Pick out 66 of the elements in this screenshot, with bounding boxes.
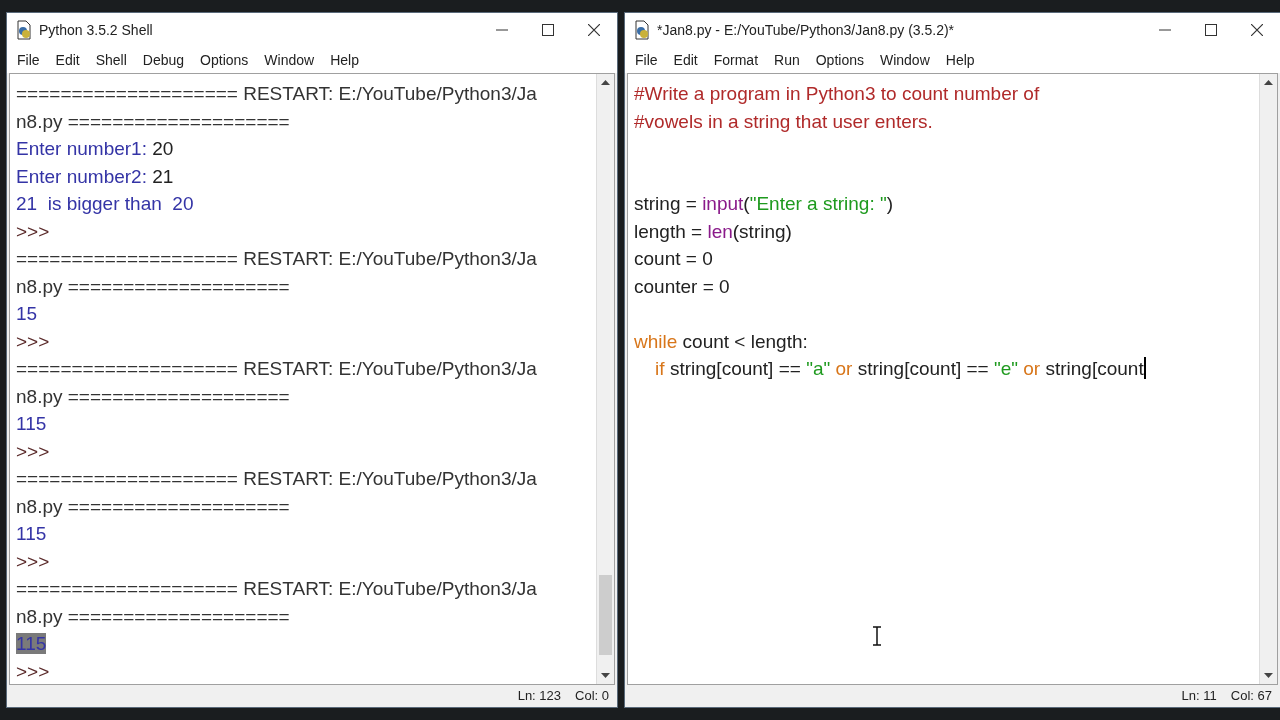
shell-text: 15	[16, 303, 38, 324]
menu-item[interactable]: File	[9, 49, 48, 71]
maximize-icon	[1205, 24, 1217, 36]
menu-item[interactable]: Shell	[87, 49, 135, 71]
menu-item[interactable]: Run	[766, 49, 808, 71]
scrollbar[interactable]	[596, 74, 614, 684]
menu-item[interactable]: Window	[256, 49, 323, 71]
text-cursor-icon	[872, 626, 882, 646]
shell-text: 115	[16, 413, 47, 434]
scroll-up-icon[interactable]	[601, 80, 610, 85]
shell-text: 115	[16, 523, 47, 544]
menu-item[interactable]: Help	[322, 49, 367, 71]
shell-text: >>>	[16, 220, 50, 242]
menu-item[interactable]: Options	[192, 49, 257, 71]
scroll-up-icon[interactable]	[1264, 80, 1273, 85]
code-line: if string[count] == "a" or string[count] == "e" or string[count	[654, 358, 1146, 379]
shell-text: n8.py ====================	[16, 495, 290, 517]
code-line: counter = 0	[634, 275, 730, 297]
code-line: while count < length:	[634, 330, 808, 352]
menu-item[interactable]: File	[627, 49, 666, 71]
close-icon	[1251, 24, 1263, 36]
shell-text: n8.py ====================	[16, 385, 290, 407]
shell-text: ==================== RESTART: E:/YouTube/Python3/Ja	[16, 83, 537, 104]
shell-text: >>>	[16, 660, 50, 682]
maximize-icon	[542, 24, 554, 36]
menu-item[interactable]: Debug	[134, 49, 193, 71]
shell-text: ==================== RESTART: E:/YouTube/Python3/Ja	[16, 248, 537, 269]
column-number-status: Col: 0	[575, 687, 609, 706]
shell-text: n8.py ====================	[16, 110, 290, 132]
scrollbar[interactable]	[1259, 74, 1277, 684]
menu-item[interactable]: Edit	[665, 49, 706, 71]
code-line: string = input("Enter a string: ")	[634, 193, 894, 214]
shell-text: n8.py ====================	[16, 605, 290, 627]
shell-text: 21 is bigger than 20	[16, 193, 194, 214]
shell-text: n8.py ====================	[16, 275, 290, 297]
shell-text: ==================== RESTART: E:/YouTube/Python3/Ja	[16, 358, 537, 379]
menu-item[interactable]: Help	[937, 49, 983, 71]
column-number-status: Col: 67	[1230, 687, 1272, 706]
code-line: count = 0	[634, 248, 713, 269]
window-title: Python 3.5.2 Shell	[39, 20, 154, 40]
shell-text: Enter number1:	[16, 138, 148, 159]
shell-text: ==================== RESTART: E:/YouTube/Python3/Ja	[16, 578, 537, 599]
scroll-thumb[interactable]	[599, 575, 612, 655]
shell-text: 21	[152, 165, 174, 187]
app-icon[interactable]	[15, 20, 33, 40]
line-number-status: Ln: 11	[1181, 687, 1217, 706]
code-line: #vowels in a string that user enters.	[634, 110, 933, 132]
scroll-down-icon[interactable]	[601, 673, 610, 678]
line-number-status: Ln: 123	[517, 687, 562, 706]
code-line: length = len(string)	[634, 220, 792, 242]
shell-text: 20	[152, 138, 174, 159]
shell-text: ==================== RESTART: E:/YouTube/Python3/Ja	[16, 468, 537, 489]
shell-text: >>>	[16, 440, 50, 462]
menu-item[interactable]: Format	[705, 49, 767, 71]
shell-text: 115	[16, 633, 47, 654]
scroll-down-icon[interactable]	[1264, 673, 1273, 678]
menu-item[interactable]: Window	[871, 49, 938, 71]
shell-text: >>>	[16, 330, 50, 352]
menu-item[interactable]: Options	[807, 49, 872, 71]
app-icon[interactable]	[633, 20, 651, 40]
menu-item[interactable]: Edit	[47, 49, 88, 71]
shell-text: Enter number2:	[16, 165, 148, 187]
close-icon	[588, 24, 600, 36]
shell-text: >>>	[16, 550, 50, 572]
code-line: #Write a program in Python3 to count number of	[634, 83, 1040, 104]
window-title: *Jan8.py - E:/YouTube/Python3/Jan8.py (3.5.2)*	[657, 20, 956, 40]
